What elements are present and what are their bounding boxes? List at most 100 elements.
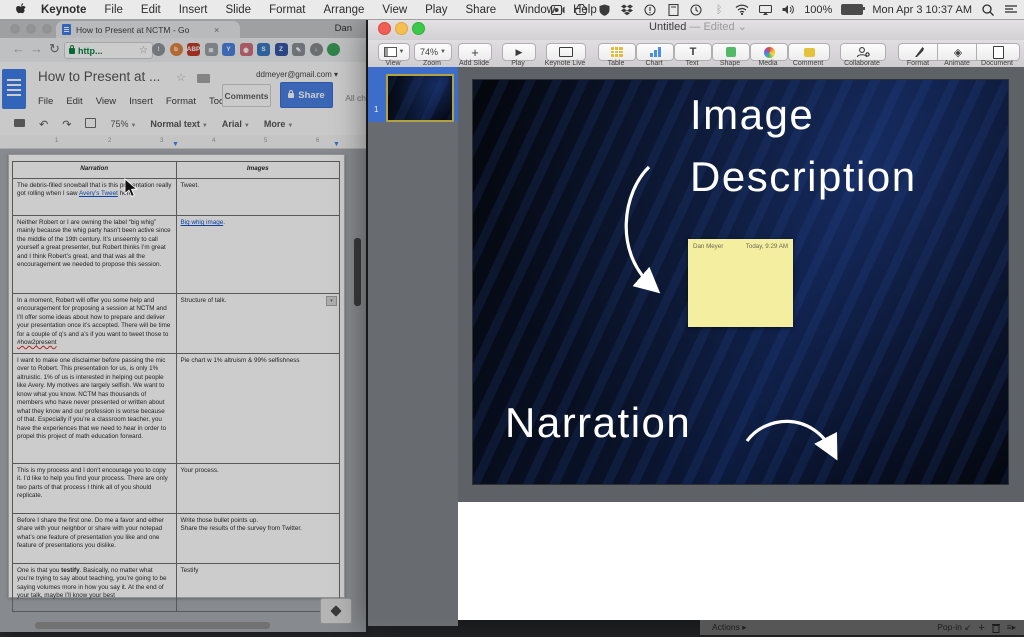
images-cell[interactable]: Write those bullet points up.Share the r… <box>176 514 340 564</box>
narration-cell[interactable]: Before I share the first one. Do me a fa… <box>13 514 177 564</box>
menu-insert[interactable]: Insert <box>170 4 217 16</box>
images-cell[interactable]: Your process. <box>176 464 340 514</box>
share-button[interactable]: Share <box>280 82 333 108</box>
paragraph-style-select[interactable]: Normal text▼ <box>150 119 207 129</box>
trash-icon[interactable] <box>992 623 1000 633</box>
chart-button[interactable] <box>636 43 674 61</box>
extension-icon-1[interactable]: b <box>170 43 183 56</box>
selected-slide-row[interactable]: 1 <box>368 67 458 122</box>
images-cell[interactable]: Structure of talk.▾ <box>176 294 340 354</box>
volume-icon[interactable] <box>781 3 795 17</box>
forward-icon[interactable]: → <box>30 41 43 56</box>
docs-menu-format[interactable]: Format <box>166 96 196 107</box>
chrome-profile[interactable]: Dan <box>335 23 352 34</box>
menu-slide[interactable]: Slide <box>217 4 261 16</box>
browser-tab[interactable]: How to Present at NCTM - Go × <box>56 21 240 38</box>
menu-file[interactable]: File <box>95 4 132 16</box>
collaborate-button[interactable] <box>840 43 886 61</box>
bluetooth-icon[interactable]: ᛒ <box>712 3 726 17</box>
zoom-control[interactable]: 74% ▼ <box>414 43 452 61</box>
print-icon[interactable] <box>14 119 25 129</box>
menu-play[interactable]: Play <box>416 4 456 16</box>
spotlight-icon[interactable] <box>981 3 995 17</box>
narration-cell[interactable]: Neither Robert or I are owning the label… <box>13 216 177 294</box>
docs-menu-edit[interactable]: Edit <box>66 96 82 107</box>
presenter-notes-area[interactable] <box>458 502 1024 620</box>
menu-view[interactable]: View <box>373 4 416 16</box>
shield-icon[interactable] <box>597 3 611 17</box>
wifi-icon[interactable] <box>735 3 749 17</box>
narration-cell[interactable]: I want to make one disclaimer before pas… <box>13 354 177 464</box>
dropbox-icon[interactable] <box>620 3 634 17</box>
airplay-icon[interactable] <box>758 3 772 17</box>
document-button[interactable] <box>976 43 1020 61</box>
document-title[interactable]: How to Present at ... <box>38 69 160 84</box>
comments-button[interactable]: Comments <box>222 84 271 107</box>
docs-menu-insert[interactable]: Insert <box>129 96 153 107</box>
narration-cell[interactable]: The debris-filled snowball that is this … <box>13 179 177 216</box>
extension-icon-6[interactable]: S <box>257 43 270 56</box>
extension-icon-10[interactable] <box>327 43 340 56</box>
play-button[interactable]: ▶ <box>502 43 536 61</box>
slide-thumbnail[interactable] <box>386 74 454 122</box>
images-cell[interactable]: Pie chart w 1% altruism & 99% selfishnes… <box>176 354 340 464</box>
extension-icon-3[interactable]: ≣ <box>205 43 218 56</box>
chrome-minimize-button[interactable] <box>26 24 36 34</box>
narration-cell[interactable]: This is my process and I don’t encourage… <box>13 464 177 514</box>
images-cell[interactable]: Testify <box>176 564 340 612</box>
comment-marker-icon[interactable]: ▾ <box>326 296 337 306</box>
extension-icon-2[interactable]: ABP <box>187 43 200 56</box>
media-button[interactable] <box>750 43 788 61</box>
explore-button[interactable] <box>320 598 352 624</box>
extension-icon-5[interactable]: ◉ <box>240 43 253 56</box>
extension-icon-9[interactable]: ↓ <box>310 43 323 56</box>
doc-link[interactable]: Big whig image <box>181 219 224 226</box>
drive-icon[interactable] <box>574 3 588 17</box>
more-button[interactable]: More▼ <box>264 119 293 129</box>
indent-marker-icon[interactable]: ▼ <box>172 141 179 148</box>
time-machine-icon[interactable] <box>689 3 703 17</box>
edited-status[interactable]: — Edited ⌄ <box>689 21 747 33</box>
account-email[interactable]: ddmeyer@gmail.com ▾ <box>256 70 338 79</box>
menu-format[interactable]: Format <box>260 4 314 16</box>
keynote-live-button[interactable] <box>546 43 586 61</box>
folder-icon[interactable] <box>197 74 210 83</box>
paint-format-icon[interactable] <box>85 118 96 130</box>
docs-horizontal-scrollbar[interactable] <box>35 622 270 629</box>
redo-icon[interactable]: ↷ <box>62 118 71 131</box>
narration-images-table[interactable]: NarrationImagesThe debris-filled snowbal… <box>12 161 340 612</box>
extension-icon-7[interactable]: Z <box>275 43 288 56</box>
chrome-close-button[interactable] <box>10 24 20 34</box>
apple-menu-icon[interactable] <box>14 3 28 17</box>
docs-logo-icon[interactable] <box>2 69 26 109</box>
animate-button[interactable]: ◈ <box>937 43 979 61</box>
chrome-zoom-button[interactable] <box>42 24 52 34</box>
alert-icon[interactable] <box>643 3 657 17</box>
comment-button[interactable] <box>788 43 830 61</box>
document-page[interactable]: NarrationImagesThe debris-filled snowbal… <box>8 154 345 598</box>
screen-record-icon[interactable] <box>551 3 565 17</box>
extension-icon-4[interactable]: Y <box>222 43 235 56</box>
right-margin-marker-icon[interactable]: ▼ <box>333 141 340 148</box>
narration-cell[interactable]: In a moment, Robert will offer you some … <box>13 294 177 354</box>
menu-arrange[interactable]: Arrange <box>315 4 374 16</box>
actions-menu[interactable]: Actions ▸ <box>700 622 747 633</box>
slide[interactable]: Image Description Narration Dan Meyer To… <box>473 80 1008 484</box>
text-button[interactable]: T <box>674 43 712 61</box>
battery-icon[interactable] <box>841 4 863 15</box>
extension-icon-0[interactable]: ! <box>152 43 165 56</box>
popin-button[interactable]: Pop-in ↙ <box>937 622 971 633</box>
undo-icon[interactable]: ↶ <box>39 118 48 131</box>
comment-sticky-note[interactable]: Dan Meyer Today, 9:29 AM <box>688 239 793 327</box>
reload-icon[interactable]: ↻ <box>49 41 60 57</box>
star-icon[interactable]: ☆ <box>176 71 186 84</box>
back-icon[interactable]: ← <box>12 41 25 56</box>
bookmark-star-icon[interactable]: ☆ <box>139 45 148 56</box>
images-cell[interactable]: Tweet. <box>176 179 340 216</box>
narration-cell[interactable]: One is that you testify. Basically, no m… <box>13 564 177 612</box>
zoom-select[interactable]: 75%▼ <box>110 119 136 129</box>
menu-app-name[interactable]: Keynote <box>32 4 95 16</box>
view-button[interactable]: ▼ <box>378 43 410 61</box>
list-menu[interactable]: ≡▸ <box>1007 622 1016 633</box>
menu-share[interactable]: Share <box>457 4 506 16</box>
